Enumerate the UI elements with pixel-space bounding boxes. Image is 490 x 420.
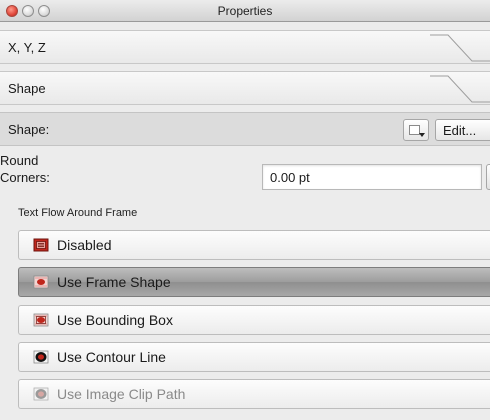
edit-shape-button[interactable]: Edit... (435, 119, 490, 141)
dropdown-arrow-icon (419, 133, 425, 137)
shape-row: Shape: Edit... (0, 112, 490, 146)
shape-picker-button[interactable] (403, 119, 429, 141)
title-bar: Properties (0, 0, 490, 22)
text-flow-option-contour-line[interactable]: Use Contour Line (18, 342, 490, 372)
frame-shape-icon (33, 275, 49, 289)
text-flow-group-label: Text Flow Around Frame (18, 207, 138, 219)
round-corners-stepper[interactable] (486, 164, 490, 190)
frame-disabled-icon (33, 238, 49, 252)
contour-line-icon (33, 350, 49, 364)
round-corners-input[interactable]: 0.00 pt (262, 164, 482, 190)
section-tab-edge-icon (430, 34, 490, 62)
text-flow-option-frame-shape[interactable]: Use Frame Shape (18, 267, 490, 297)
window-title: Properties (217, 4, 273, 18)
section-tab-edge-icon (430, 75, 490, 103)
text-flow-option-bounding-box[interactable]: Use Bounding Box (18, 305, 490, 335)
option-label: Use Bounding Box (57, 312, 173, 328)
section-shape[interactable]: Shape (0, 71, 490, 105)
option-label: Use Contour Line (57, 349, 166, 365)
option-label: Disabled (57, 237, 112, 253)
text-flow-option-image-clip-path[interactable]: Use Image Clip Path (18, 379, 490, 409)
option-label: Use Frame Shape (57, 274, 171, 290)
section-shape-label: Shape (8, 81, 46, 96)
bounding-box-icon (33, 313, 49, 327)
text-flow-option-disabled[interactable]: Disabled (18, 230, 490, 260)
round-corners-label: Round Corners: (0, 153, 50, 185)
option-label: Use Image Clip Path (57, 386, 186, 402)
shape-label: Shape: (8, 122, 50, 137)
section-xyz[interactable]: X, Y, Z (0, 30, 490, 64)
section-xyz-label: X, Y, Z (8, 40, 46, 55)
image-clip-path-icon (33, 387, 49, 401)
